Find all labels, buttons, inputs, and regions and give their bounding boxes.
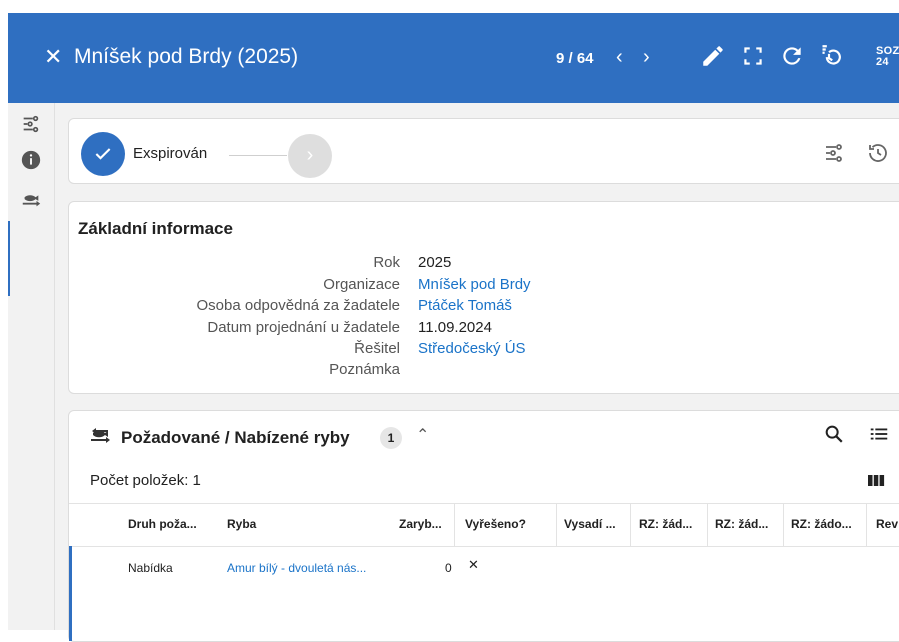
history-icon[interactable] — [816, 43, 842, 71]
workflow-icon[interactable] — [20, 113, 42, 135]
search-icon[interactable] — [823, 423, 845, 445]
column-separator — [556, 504, 557, 546]
responsible-person-link[interactable]: Ptáček Tomáš — [418, 296, 512, 316]
soz-logo: SOZ 24 — [876, 45, 899, 68]
cell-zaryb: 0 — [445, 561, 452, 575]
info-icon[interactable] — [20, 149, 42, 171]
column-separator — [707, 504, 708, 546]
page-title: Mníšek pod Brdy (2025) — [74, 45, 299, 68]
info-label: Organizace — [323, 276, 400, 293]
column-separator — [630, 504, 631, 546]
info-row-responsible: Osoba odpovědná za žadatele Ptáček Tomáš — [69, 296, 899, 316]
info-label: Osoba odpovědná za žadatele — [196, 297, 401, 314]
column-header[interactable]: Rev — [876, 515, 899, 533]
info-label: Rok — [373, 254, 400, 271]
info-label: Datum projednání u žadatele — [207, 319, 400, 336]
count-badge: 1 — [380, 427, 402, 449]
list-menu-icon[interactable] — [868, 423, 890, 445]
top-strip — [0, 0, 899, 13]
next-step-button[interactable]: › — [288, 134, 332, 178]
info-value: 2025 — [418, 254, 452, 271]
chevron-up-icon[interactable]: ⌃ — [416, 425, 429, 447]
section-title: Požadované / Nabízené ryby — [121, 428, 350, 447]
cell-druh: Nabídka — [128, 561, 173, 575]
record-pager: 9 / 64 — [556, 50, 594, 67]
table-row[interactable]: Nabídka Amur bílý - dvouletá nás... 0 ✕ — [69, 546, 899, 596]
info-row-organization: Organizace Mníšek pod Brdy — [69, 275, 899, 295]
history-icon[interactable] — [866, 141, 892, 167]
column-header[interactable]: RZ: žádo... — [791, 515, 859, 533]
workflow-icon[interactable] — [822, 141, 848, 167]
solver-link[interactable]: Středočeský ÚS — [418, 339, 526, 359]
edit-icon[interactable] — [700, 43, 726, 71]
fullscreen-icon[interactable] — [740, 43, 766, 71]
info-row-date: Datum projednání u žadatele 11.09.2024 — [69, 318, 899, 338]
cell-vyreseno: ✕ — [468, 557, 479, 572]
column-separator — [454, 504, 455, 546]
info-row-solver: Řešitel Středočeský ÚS — [69, 339, 899, 359]
status-label: Exspirován — [133, 145, 208, 162]
column-header[interactable]: RZ: žád... — [639, 515, 703, 533]
table-header: Druh poža... Ryba Zaryb... Vyřešeno? Vys… — [69, 503, 899, 547]
column-header[interactable]: Ryba — [227, 515, 307, 533]
step-connector — [229, 155, 287, 156]
step-done-indicator — [81, 132, 125, 176]
fish-icon[interactable] — [20, 189, 42, 211]
column-header[interactable]: Zaryb... — [399, 515, 451, 533]
column-separator — [783, 504, 784, 546]
prev-record-button[interactable]: ‹ — [616, 45, 623, 69]
info-row-year: Rok 2025 — [69, 253, 899, 273]
refresh-icon[interactable] — [779, 43, 805, 71]
left-rail — [8, 103, 55, 630]
next-record-button[interactable]: › — [643, 45, 650, 69]
rail-active-marker — [8, 221, 10, 296]
info-label: Poznámka — [329, 361, 400, 378]
close-icon[interactable]: ✕ — [44, 45, 62, 69]
column-separator — [866, 504, 867, 546]
basic-info-card: Základní informace Rok 2025 Organizace M… — [68, 201, 899, 394]
column-header[interactable]: Druh poža... — [128, 515, 208, 533]
column-header[interactable]: RZ: žád... — [715, 515, 779, 533]
fish-icon — [88, 425, 112, 447]
info-row-note: Poznámka — [69, 360, 899, 380]
info-label: Řešitel — [354, 340, 400, 357]
column-header[interactable]: Vysadí ... — [564, 515, 624, 533]
header-bar: ✕ Mníšek pod Brdy (2025) 9 / 64 ‹ › SOZ … — [8, 13, 899, 103]
item-count: Počet položek: 1 — [90, 472, 201, 489]
info-value: 11.09.2024 — [418, 319, 492, 336]
main-content: Exspirován › Základní informace Rok 2025… — [55, 103, 899, 642]
section-title: Základní informace — [78, 219, 233, 238]
columns-icon[interactable] — [866, 470, 886, 490]
fish-card: Požadované / Nabízené ryby 1 ⌃ Počet pol… — [68, 410, 899, 642]
column-header[interactable]: Vyřešeno? — [465, 515, 545, 533]
status-card: Exspirován › — [68, 118, 899, 184]
organization-link[interactable]: Mníšek pod Brdy — [418, 275, 531, 295]
fish-link[interactable]: Amur bílý - dvouletá nás... — [227, 559, 387, 577]
